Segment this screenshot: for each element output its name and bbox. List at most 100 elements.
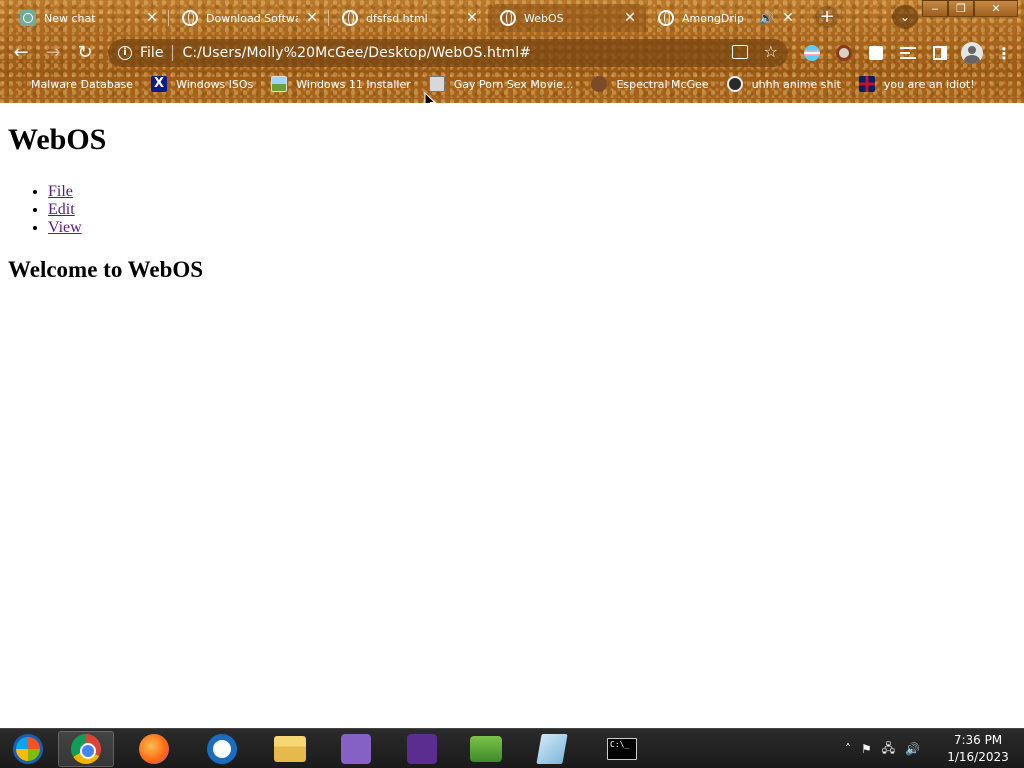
forward-arrow-icon[interactable]: →	[40, 40, 66, 66]
taskbar-cmd[interactable]: C:\_	[594, 731, 650, 767]
profile-avatar-icon[interactable]	[960, 41, 984, 65]
divider	[172, 45, 174, 61]
close-icon[interactable]: ✕	[464, 10, 480, 26]
url-scheme: File	[140, 45, 164, 61]
image-icon	[271, 76, 288, 92]
bookmark-label: Windows 11 Installer	[296, 77, 411, 91]
bookmark-label: Malware Database	[31, 77, 134, 91]
tab-title: dfsfsd.html	[366, 11, 428, 25]
browser-chrome: New chat ✕ Download Software ✕ dfsfsd.ht…	[0, 0, 1024, 110]
x-icon: X	[151, 76, 168, 92]
info-icon[interactable]: i	[118, 46, 132, 60]
face-extension-icon[interactable]	[832, 41, 856, 65]
close-icon[interactable]: ✕	[622, 10, 638, 26]
taskbar-opera[interactable]	[194, 731, 250, 767]
kebab-menu-icon[interactable]: ⋮	[992, 41, 1016, 65]
file-link[interactable]: File	[48, 183, 73, 200]
close-icon[interactable]: ✕	[780, 10, 796, 26]
tab-dfsfsd[interactable]: dfsfsd.html ✕	[330, 4, 488, 32]
share-icon[interactable]	[732, 45, 748, 59]
chrome-icon	[71, 734, 101, 764]
time: 7:36 PM	[953, 733, 1003, 747]
opera-icon	[207, 734, 237, 764]
bookmark-label: uhhh anime shit	[751, 77, 841, 91]
taskbar: C:\_ ˄ ⚑ 🖧 🔊 7:36 PM 1/16/2023	[0, 728, 1024, 768]
close-icon[interactable]: ✕	[304, 10, 320, 26]
computer-icon	[428, 76, 445, 92]
chevron-down-icon[interactable]: ⌄	[892, 5, 918, 29]
close-icon[interactable]: ✕	[144, 10, 160, 26]
window-controls: ‒ ❐ ✕	[922, 0, 1018, 17]
bookmark-espectral-mcgee[interactable]: Espectral McGee	[591, 76, 709, 92]
address-bar[interactable]: i File C:/Users/Molly%20McGee/Desktop/We…	[108, 39, 788, 67]
users-icon	[470, 736, 502, 762]
tab-title: AmongDrip	[682, 11, 744, 25]
tab-new-chat[interactable]: New chat ✕	[8, 4, 168, 32]
tab-strip: New chat ✕ Download Software ✕ dfsfsd.ht…	[0, 0, 1024, 34]
firefox-icon	[139, 734, 169, 764]
menu-item-file: File	[48, 183, 82, 201]
globe-icon	[342, 10, 358, 26]
notepad-icon	[536, 734, 568, 764]
puzzle-icon[interactable]	[864, 41, 888, 65]
bookmark-star-icon[interactable]: ☆	[764, 42, 778, 61]
minimize-button[interactable]: ‒	[922, 0, 948, 17]
menu-item-edit: Edit	[48, 201, 82, 219]
reload-icon[interactable]: ↻	[72, 40, 98, 66]
tab-title: New chat	[44, 11, 96, 25]
taskbar-notepad[interactable]	[524, 731, 580, 767]
close-window-button[interactable]: ✕	[974, 0, 1018, 17]
bookmark-label: Gay Porn Sex Movie...	[453, 77, 574, 91]
chevron-up-icon[interactable]: ˄	[845, 742, 851, 756]
flag-icon[interactable]: ⚑	[861, 742, 872, 756]
clock[interactable]: 7:36 PM 1/16/2023	[940, 732, 1016, 766]
bookmark-4[interactable]: Gay Porn Sex Movie...	[428, 76, 574, 92]
extensions-bar: ⋮	[800, 41, 1024, 65]
volume-icon[interactable]: 🔊	[905, 742, 920, 756]
bookmark-windows-isos[interactable]: X Windows ISOs	[151, 76, 253, 92]
side-panel-icon[interactable]	[928, 41, 952, 65]
taskbar-firefox[interactable]	[126, 731, 182, 767]
bookmark-windows-11-installer[interactable]: Windows 11 Installer	[271, 76, 411, 92]
tab-amongdrip[interactable]: AmongDrip 🔊 ✕	[646, 4, 804, 32]
network-icon[interactable]: 🖧	[882, 739, 895, 760]
tab-separator	[328, 10, 329, 26]
bookmark-you-are-an-idiot[interactable]: you are an idiot!	[858, 76, 975, 92]
page-content: WebOS File Edit View Welcome to WebOS	[0, 103, 1024, 728]
edit-link[interactable]: Edit	[48, 201, 75, 218]
taskbar-visual-studio[interactable]	[394, 731, 450, 767]
new-tab-button[interactable]: +	[815, 6, 839, 28]
trans-flag-extension-icon[interactable]	[800, 41, 824, 65]
start-button[interactable]	[0, 731, 56, 767]
browser-toolbar: ← → ↻ i File C:/Users/Molly%20McGee/Desk…	[0, 36, 1024, 70]
bookmark-anime[interactable]: uhhh anime shit	[726, 76, 841, 92]
taskbar-chrome[interactable]	[58, 731, 114, 767]
back-arrow-icon[interactable]: ←	[8, 40, 34, 66]
globe-icon	[658, 10, 674, 26]
view-link[interactable]: View	[48, 219, 82, 236]
speaker-icon[interactable]: 🔊	[759, 11, 774, 25]
taskbar-file-explorer[interactable]	[262, 731, 318, 767]
restore-button[interactable]: ❐	[948, 0, 974, 17]
portrait-icon	[591, 76, 608, 92]
folder-icon	[274, 736, 306, 762]
start-orb-icon	[13, 734, 43, 764]
tab-webos[interactable]: WebOS ✕	[488, 4, 646, 32]
reading-list-icon[interactable]	[896, 41, 920, 65]
visual-studio-icon	[407, 734, 437, 764]
bookmark-malware-database[interactable]: Malware Database	[14, 76, 133, 92]
tab-download-software[interactable]: Download Software ✕	[170, 4, 328, 32]
tab-title: WebOS	[524, 11, 564, 25]
tab-title: Download Software	[206, 11, 298, 25]
anime-icon	[726, 76, 743, 92]
menu-list: File Edit View	[48, 183, 82, 237]
menu-item-view: View	[48, 219, 82, 237]
taskbar-vs-installer[interactable]	[328, 731, 384, 767]
globe-icon	[500, 10, 516, 26]
uk-flag-icon	[858, 76, 875, 92]
url-text[interactable]: C:/Users/Molly%20McGee/Desktop/WebOS.htm…	[182, 45, 531, 61]
tab-separator	[168, 10, 169, 26]
bookmarks-bar: Malware Database X Windows ISOs Windows …	[0, 72, 1024, 96]
taskbar-users[interactable]	[458, 731, 514, 767]
bookmark-label: Windows ISOs	[176, 77, 254, 91]
